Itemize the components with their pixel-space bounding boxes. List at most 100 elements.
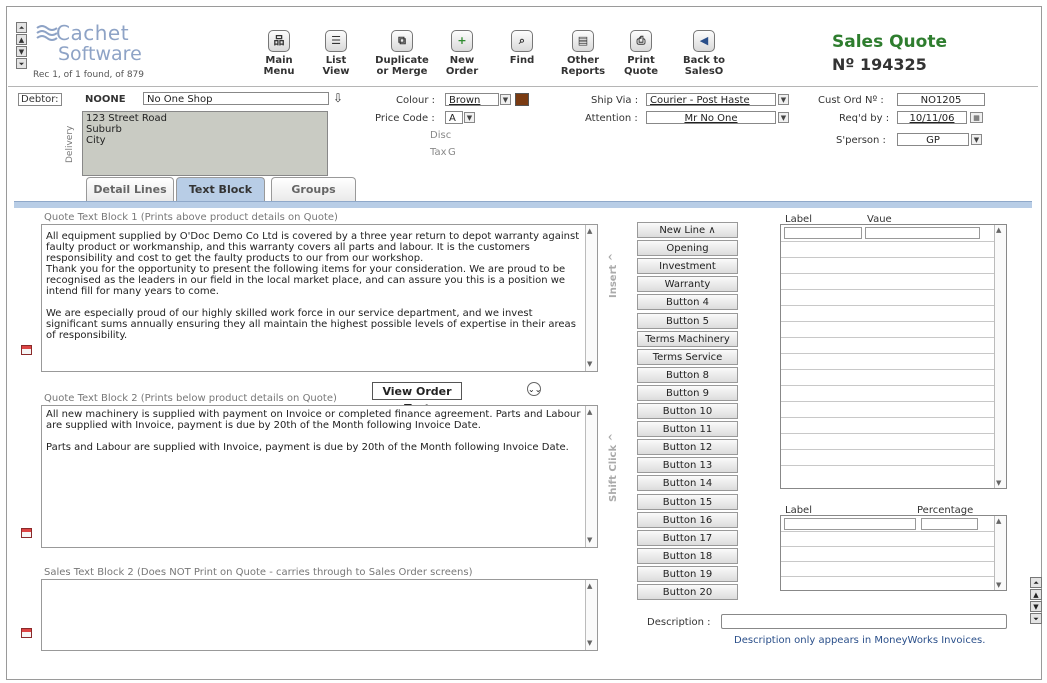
grid-row-line <box>781 531 994 532</box>
grid-row-line <box>781 241 994 242</box>
delivery-address-field[interactable]: 123 Street Road Suburb City <box>82 111 328 176</box>
duplicate-merge-button[interactable]: ⧉ Duplicate or Merge <box>370 30 434 77</box>
last-record-icon[interactable]: ⏷ <box>16 58 27 69</box>
colour-dropdown-icon[interactable]: ▼ <box>500 94 511 105</box>
label-percentage-grid[interactable]: ▲ ▼ <box>780 515 1007 591</box>
next-record-icon[interactable]: ▼ <box>16 46 27 57</box>
note-icon[interactable] <box>21 528 32 538</box>
grid-row-line <box>781 576 994 577</box>
insert-button[interactable]: Button 15 <box>637 493 738 510</box>
insert-button[interactable]: Button 5 <box>637 312 738 329</box>
prev-record-icon[interactable]: ▲ <box>16 34 27 45</box>
ship-via-label: Ship Via : <box>591 95 639 106</box>
insert-button[interactable]: Button 19 <box>637 565 738 582</box>
grid-row-line <box>781 289 994 290</box>
other-reports-button[interactable]: ▤ Other Reports <box>558 30 608 77</box>
grid1-label-cell[interactable] <box>784 227 862 239</box>
page-down-icon[interactable]: ▼ <box>1030 601 1042 612</box>
grid2-scrollbar[interactable]: ▲ ▼ <box>994 516 1006 590</box>
back-to-salesorder-button[interactable]: ◀ Back to SalesO <box>676 30 732 77</box>
new-order-button[interactable]: + New Order <box>441 30 483 77</box>
grid-row-line <box>781 305 994 306</box>
insert-button[interactable]: Button 16 <box>637 511 738 528</box>
grid-row-line <box>781 433 994 434</box>
insert-button[interactable]: Button 10 <box>637 403 738 419</box>
cachet-logo-icon <box>36 24 58 44</box>
grid-row-line <box>781 465 994 466</box>
duplicate-icon: ⧉ <box>391 30 413 52</box>
attention-dropdown-icon[interactable]: ▼ <box>778 112 789 123</box>
insert-button[interactable]: Terms Machinery <box>637 330 738 347</box>
tab-detail-lines[interactable]: Detail Lines <box>86 177 174 202</box>
list-view-button[interactable]: ☰ List View <box>313 30 359 77</box>
sales-block2-scrollbar[interactable]: ▲ ▼ <box>585 580 597 650</box>
insert-button[interactable]: Button 8 <box>637 366 738 383</box>
quote-block2-textarea[interactable]: All new machinery is supplied with payme… <box>41 405 598 548</box>
grid1-value-cell[interactable] <box>865 227 980 239</box>
quote-block1-title: Quote Text Block 1 (Prints above product… <box>44 212 338 223</box>
quote-block1-textarea[interactable]: All equipment supplied by O'Doc Demo Co … <box>41 224 598 372</box>
page-bottom-icon[interactable]: ⏷ <box>1030 613 1042 624</box>
colour-field[interactable]: Brown <box>445 93 499 106</box>
ship-via-dropdown-icon[interactable]: ▼ <box>778 94 789 105</box>
insert-button[interactable]: Button 4 <box>637 294 738 311</box>
price-code-dropdown-icon[interactable]: ▼ <box>464 112 475 123</box>
insert-button[interactable]: Warranty <box>637 276 738 293</box>
attention-field[interactable]: Mr No One <box>646 111 776 124</box>
debtor-code: NOONE <box>85 94 126 105</box>
insert-button[interactable]: Button 18 <box>637 547 738 564</box>
find-button[interactable]: ⌕ Find <box>504 30 540 66</box>
insert-button[interactable]: Button 12 <box>637 439 738 456</box>
sperson-dropdown-icon[interactable]: ▼ <box>971 134 982 145</box>
sitemap-icon: 品 <box>268 30 290 52</box>
grid1-scrollbar[interactable]: ▲ ▼ <box>994 225 1006 488</box>
insert-button[interactable]: Button 14 <box>637 475 738 492</box>
tab-groups[interactable]: Groups <box>271 177 356 202</box>
insert-button[interactable]: Button 11 <box>637 421 738 438</box>
quote-block2-scrollbar[interactable]: ▲ ▼ <box>585 406 597 547</box>
ship-via-field[interactable]: Courier - Post Haste <box>646 93 776 106</box>
insert-button[interactable]: Button 17 <box>637 529 738 546</box>
list-icon: ☰ <box>325 30 347 52</box>
note-icon[interactable] <box>21 345 32 355</box>
document-icon: ▤ <box>572 30 594 52</box>
grid-row-line <box>781 546 994 547</box>
insert-button[interactable]: Button 13 <box>637 457 738 474</box>
page-up-icon[interactable]: ▲ <box>1030 589 1042 600</box>
brand-subtitle: Software <box>58 43 142 65</box>
insert-button[interactable]: New Line ∧ <box>637 222 738 238</box>
grid2-percentage-cell[interactable] <box>921 518 978 530</box>
note-icon[interactable] <box>21 628 32 638</box>
insert-button[interactable]: Opening <box>637 240 738 257</box>
description-field[interactable] <box>721 614 1007 629</box>
brand-name: Cachet <box>56 21 130 45</box>
insert-button[interactable]: Terms Service <box>637 348 738 365</box>
quote-block2-title: Quote Text Block 2 (Prints below product… <box>44 393 337 404</box>
grid2-label-cell[interactable] <box>784 518 916 530</box>
label-value-grid[interactable]: ▲ ▼ <box>780 224 1007 489</box>
tab-text-block[interactable]: Text Block <box>176 177 265 202</box>
cust-ord-field[interactable]: NO1205 <box>897 93 985 106</box>
page-top-icon[interactable]: ⏶ <box>1030 577 1042 588</box>
download-arrow-icon[interactable]: ⇩ <box>333 91 343 105</box>
quote-block1-scrollbar[interactable]: ▲ ▼ <box>585 225 597 371</box>
sperson-field[interactable]: GP <box>897 133 969 146</box>
header-divider <box>8 86 1038 87</box>
first-record-icon[interactable]: ⏶ <box>16 22 27 33</box>
insert-button[interactable]: Button 20 <box>637 584 738 600</box>
reqd-by-field[interactable]: 10/11/06 <box>897 111 967 124</box>
main-menu-button[interactable]: 品 Main Menu <box>254 30 304 77</box>
insert-button[interactable]: Button 9 <box>637 384 738 401</box>
view-order-text-button[interactable]: View Order Text <box>372 382 462 415</box>
cust-ord-label: Cust Ord Nº : <box>818 95 884 106</box>
sales-block2-textarea[interactable]: ▲ ▼ <box>41 579 598 651</box>
grid-row-line <box>781 449 994 450</box>
double-chevron-down-icon[interactable]: ⌄⌄ <box>527 382 541 396</box>
debtor-name-field[interactable]: No One Shop <box>143 92 329 105</box>
print-quote-button[interactable]: ⎙ Print Quote <box>618 30 664 77</box>
price-code-field[interactable]: A <box>445 111 463 124</box>
calendar-icon[interactable]: ▦ <box>970 112 983 123</box>
debtor-label[interactable]: Debtor: <box>18 93 62 106</box>
insert-button[interactable]: Investment <box>637 258 738 275</box>
printer-icon: ⎙ <box>630 30 652 52</box>
